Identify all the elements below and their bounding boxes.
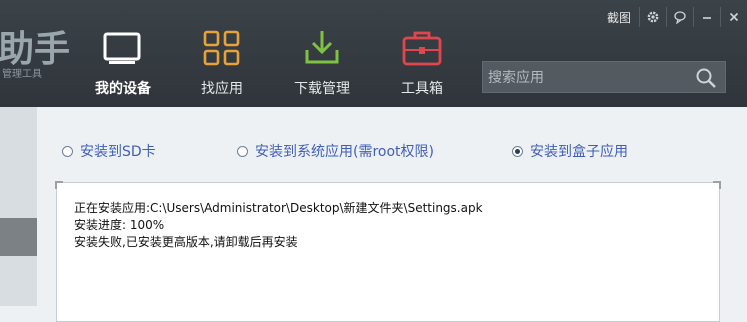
nav-download-manager[interactable]: 下载管理 [277,28,367,98]
log-line: 安装进度: 100% [74,218,165,232]
download-icon [277,28,367,72]
feedback-icon[interactable] [666,7,693,27]
search-input[interactable] [483,62,690,94]
option-install-sd[interactable]: 安装到SD卡 [62,141,156,161]
close-icon[interactable] [720,7,747,27]
log-corner-left [55,181,63,189]
radio-system[interactable] [237,145,248,157]
radio-sd[interactable] [62,145,73,157]
option-label: 安装到系统应用(需root权限) [255,144,434,160]
sidebar-selected-item[interactable] [0,218,37,256]
nav-label: 下载管理 [294,81,350,97]
install-log: 正在安装应用:C:\Users\Administrator\Desktop\新建… [55,181,721,322]
left-sidebar [0,107,37,306]
top-header: 助手 管理工具 截图 我的设备 找应用 下载管理 工具箱 搜索应用 [0,0,747,107]
nav-my-devices[interactable]: 我的设备 [78,28,168,98]
apps-grid-icon [177,28,267,72]
gear-icon[interactable] [639,7,666,27]
log-line: 安装失败,已安装更高版本,请卸载后再安装 [74,235,298,249]
minimize-icon[interactable] [693,7,720,27]
log-line: 正在安装应用:C:\Users\Administrator\Desktop\新建… [74,201,483,215]
nav-toolbox[interactable]: 工具箱 [377,28,467,98]
log-corner-right [713,181,721,189]
nav-find-apps[interactable]: 找应用 [177,28,267,98]
option-install-system[interactable]: 安装到系统应用(需root权限) [237,141,434,161]
search-box [482,61,726,94]
brand-subtitle: 管理工具 [2,69,42,80]
title-bar: 截图 [607,6,747,28]
toolbox-icon [377,28,467,72]
radio-box[interactable] [512,145,523,157]
nav-label: 我的设备 [95,81,151,97]
install-panel: 安装到SD卡 安装到系统应用(需root权限) 安装到盒子应用 正在安装应用:C… [37,107,747,322]
search-icon[interactable] [695,67,717,89]
option-label: 安装到盒子应用 [530,144,628,160]
capture-button[interactable]: 截图 [607,9,631,26]
option-install-box[interactable]: 安装到盒子应用 [512,141,628,161]
option-label: 安装到SD卡 [80,144,156,160]
device-icon [78,28,168,72]
nav-label: 工具箱 [401,81,443,97]
log-lines: 正在安装应用:C:\Users\Administrator\Desktop\新建… [74,200,483,251]
nav-label: 找应用 [201,81,243,97]
